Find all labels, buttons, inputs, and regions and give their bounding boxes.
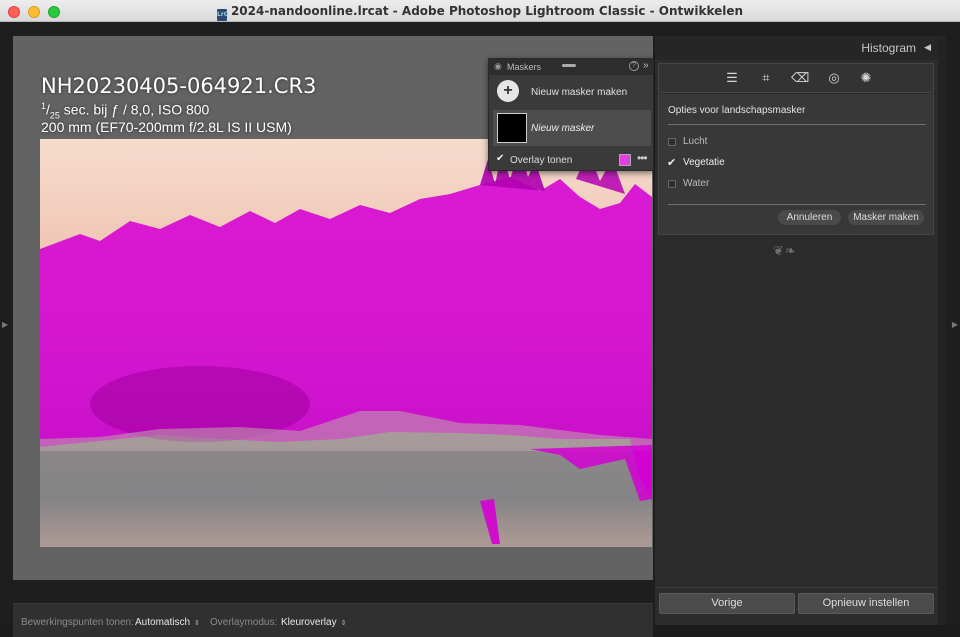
overlay-color-swatch[interactable]: [619, 154, 631, 166]
right-panel-scrollbar[interactable]: [938, 36, 946, 625]
divider: [668, 204, 926, 205]
develop-toolbar: Bewerkingspunten tonen: Automatisch ⇕ Ove…: [13, 603, 653, 637]
photo-lens: 200 mm (EF70-200mm f/2.8L IS II USM): [41, 119, 292, 135]
overlay-mode-dropdown[interactable]: Kleuroverlay ⇕: [281, 617, 346, 628]
collapse-arrow-icon[interactable]: ◀: [924, 42, 931, 53]
left-panel-toggle-icon[interactable]: ▶: [2, 320, 8, 329]
water-reflection: [40, 439, 652, 547]
show-points-dropdown[interactable]: Automatisch ⇕: [135, 617, 200, 628]
landscape-options-title: Opties voor landschapsmasker: [668, 105, 806, 116]
collapse-panel-icon[interactable]: »: [643, 60, 649, 71]
create-mask-button[interactable]: Masker maken: [848, 210, 924, 225]
crop-icon[interactable]: ⌗: [757, 69, 775, 87]
plus-icon: +: [497, 80, 519, 102]
show-overlay-row: ✔ Overlay tonen •••: [489, 149, 655, 171]
app-window: ▼ ▶: [0, 22, 960, 637]
cancel-button[interactable]: Annuleren: [778, 210, 841, 225]
create-new-mask-label: Nieuw masker maken: [531, 87, 628, 98]
right-panel-toggle-icon[interactable]: ▶: [952, 320, 958, 329]
histogram-label: Histogram: [861, 41, 916, 55]
chevron-updown-icon: ⇕: [340, 620, 347, 627]
photo-filename: NH20230405-064921.CR3: [41, 74, 317, 98]
divider: [668, 124, 926, 125]
more-options-icon[interactable]: •••: [637, 151, 648, 165]
overlay-mode-label: Overlaymodus:: [210, 617, 278, 628]
sky-label: Lucht: [683, 136, 708, 147]
red-eye-icon[interactable]: ◎: [825, 69, 843, 87]
show-points-label: Bewerkingspunten tonen:: [21, 617, 134, 628]
title-bar: LrC 2024-nandoonline.lrcat - Adobe Photos…: [0, 0, 960, 22]
photo-svg: [40, 139, 652, 547]
checkmark-icon[interactable]: ✔: [667, 156, 676, 169]
masks-panel: ◉ Maskers ? » + Nieuw masker maken Nieuw…: [488, 58, 654, 171]
help-icon[interactable]: ?: [629, 61, 639, 71]
masks-panel-header[interactable]: ◉ Maskers ? »: [489, 59, 653, 75]
reset-button[interactable]: Opnieuw instellen: [798, 593, 934, 614]
masks-panel-title: Maskers: [507, 62, 542, 72]
eye-icon[interactable]: ◉: [494, 61, 502, 72]
mask-thumbnail: [497, 113, 527, 143]
previous-button[interactable]: Vorige: [659, 593, 795, 614]
bottom-buttons: Vorige Opnieuw instellen: [655, 587, 938, 625]
photo-exposure: 1/25 sec. bij ƒ / 8,0, ISO 800: [41, 101, 210, 121]
mask-list-item[interactable]: Nieuw masker: [493, 110, 651, 146]
window-title-text: 2024-nandoonline.lrcat - Adobe Photoshop…: [230, 4, 744, 18]
drag-handle[interactable]: [562, 64, 576, 67]
catalog-file-icon: LrC: [216, 9, 228, 21]
chevron-updown-icon: ⇕: [194, 620, 200, 627]
right-panel: Histogram ◀ ☰ ⌗ ⌫ ◎ ✺ Opties voor landsc…: [655, 36, 938, 625]
show-overlay-checkbox[interactable]: ✔: [496, 153, 504, 164]
panel-end-ornament-icon: ❦❧: [773, 243, 797, 258]
sliders-icon[interactable]: ☰: [723, 69, 741, 87]
photo-with-mask-overlay[interactable]: [40, 139, 652, 547]
window-title: LrC 2024-nandoonline.lrcat - Adobe Photos…: [0, 4, 960, 21]
healing-eraser-icon[interactable]: ⌫: [791, 69, 809, 87]
water-label: Water: [683, 178, 710, 189]
water-checkbox[interactable]: [668, 180, 676, 188]
mask-name: Nieuw masker: [531, 123, 595, 134]
histogram-header[interactable]: Histogram ◀: [655, 36, 938, 60]
masking-icon[interactable]: ✺: [857, 69, 875, 87]
create-new-mask-button[interactable]: + Nieuw masker maken: [489, 75, 655, 107]
sky-checkbox[interactable]: [668, 138, 676, 146]
tool-strip: ☰ ⌗ ⌫ ◎ ✺: [658, 63, 934, 93]
landscape-mask-options: Opties voor landschapsmasker Lucht ✔ Veg…: [658, 94, 934, 235]
vegetation-label: Vegetatie: [683, 157, 725, 168]
show-overlay-label: Overlay tonen: [510, 155, 573, 166]
